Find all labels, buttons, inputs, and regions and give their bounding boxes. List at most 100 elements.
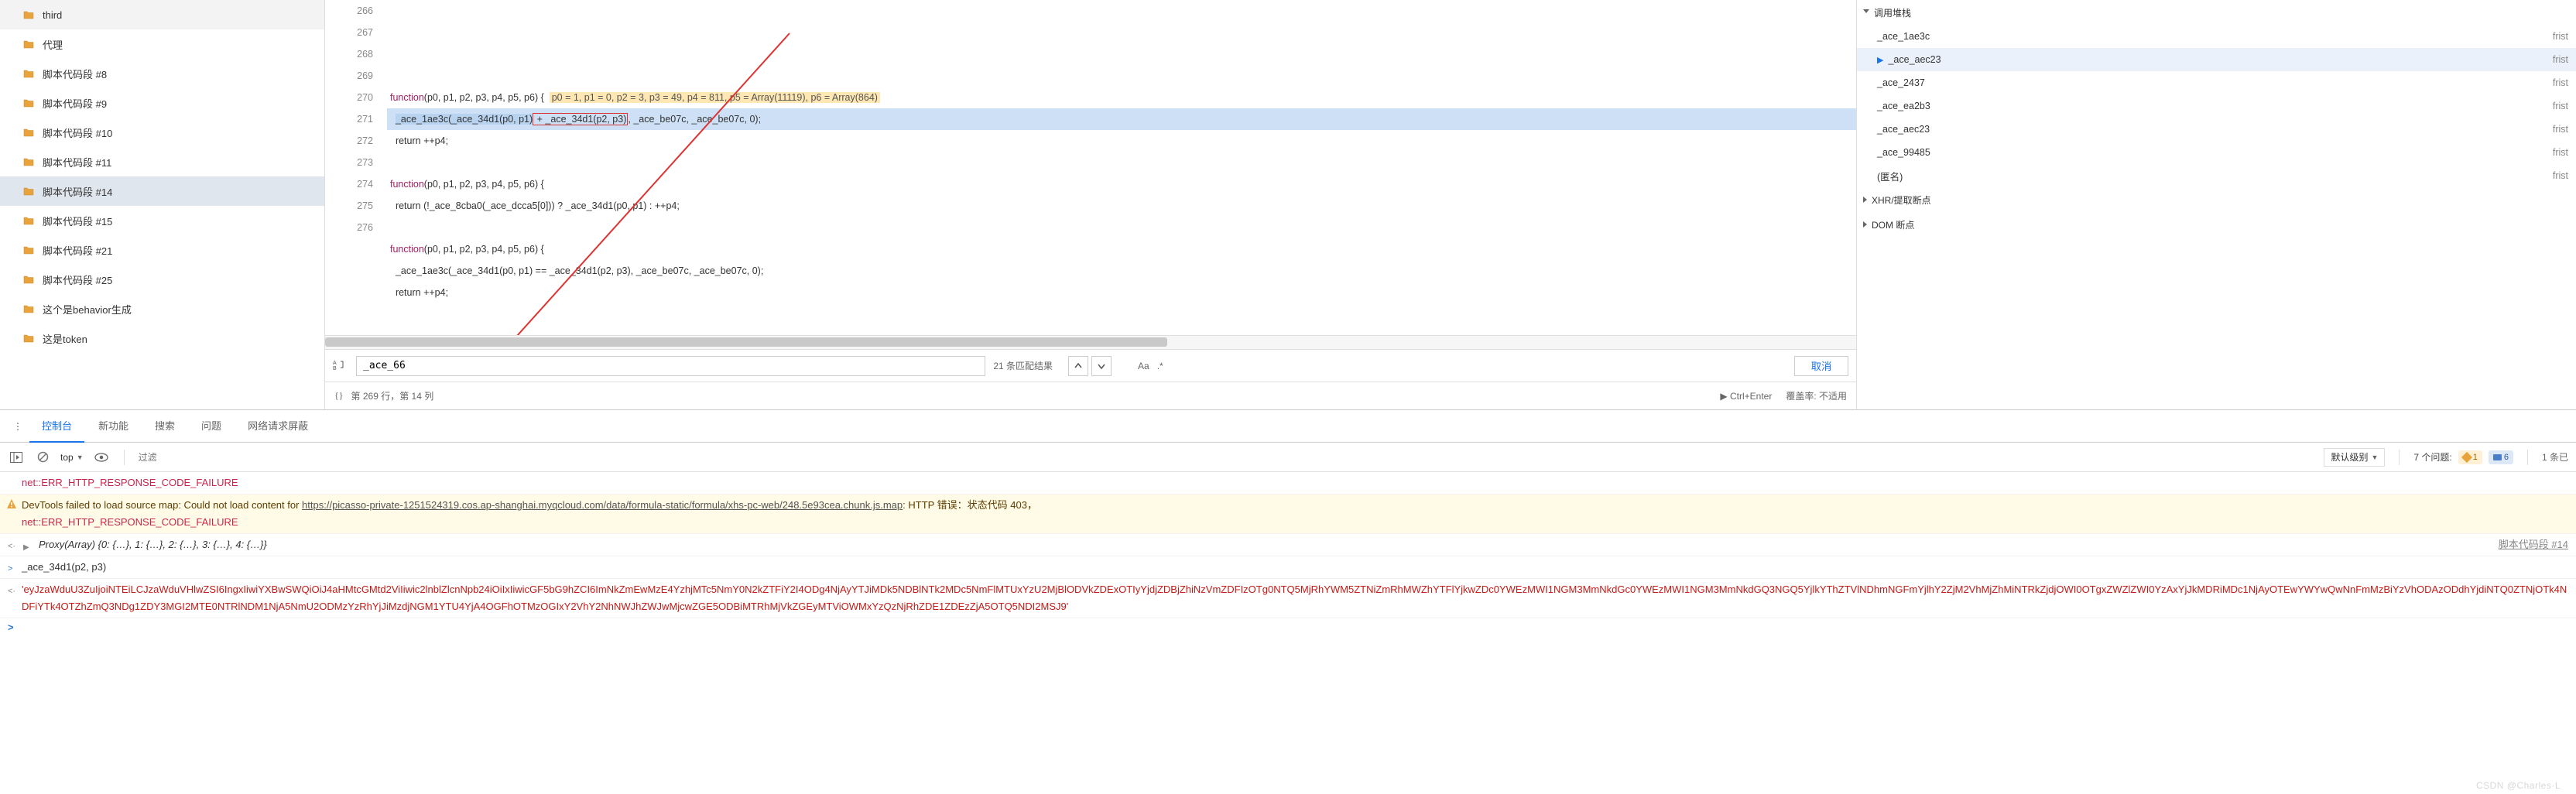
log-level-selector[interactable]: 默认级别 ▼	[2324, 448, 2385, 467]
issues-count-label: 7 个问题:	[2413, 450, 2451, 464]
frame-source: frist	[2553, 31, 2568, 42]
expand-icon[interactable]: ▶	[23, 539, 29, 556]
snippet-icon	[23, 68, 34, 79]
live-expression-icon[interactable]	[93, 449, 110, 466]
code-lines[interactable]: function(p0, p1, p2, p3, p4, p5, p6) { p…	[387, 0, 1856, 335]
snippet-label: 脚本代码段 #8	[39, 67, 107, 81]
console-filter-input[interactable]	[139, 449, 2315, 466]
find-replace-icon[interactable]: AB	[333, 358, 348, 373]
callstack-frame[interactable]: _ace_2437frist	[1857, 71, 2576, 94]
callstack-frame[interactable]: _ace_1ae3cfrist	[1857, 25, 2576, 48]
callstack-frame[interactable]: ▶_ace_aec23frist	[1857, 48, 2576, 71]
context-selector[interactable]: top ▼	[60, 452, 84, 463]
snippet-label: 脚本代码段 #21	[39, 243, 112, 258]
callstack-frame[interactable]: _ace_ea2b3frist	[1857, 94, 2576, 118]
regex-toggle[interactable]: .*	[1157, 361, 1163, 371]
code-line[interactable]: return ++p4;	[387, 130, 1856, 152]
dom-breakpoints-label: DOM 断点	[1872, 218, 1914, 231]
code-line[interactable]: function(p0, p1, p2, p3, p4, p5, p6) { p…	[387, 87, 1856, 108]
tab-search[interactable]: 搜索	[142, 410, 187, 443]
console-body[interactable]: net::ERR_HTTP_RESPONSE_CODE_FAILURE DevT…	[0, 472, 2576, 794]
console-toolbar: top ▼ 默认级别 ▼ 7 个问题: 1 6 1 条已	[0, 443, 2576, 472]
line-number[interactable]: 270	[325, 87, 373, 108]
frame-source: frist	[2553, 101, 2568, 111]
callstack-frame[interactable]: _ace_99485frist	[1857, 141, 2576, 164]
snippet-item[interactable]: 脚本代码段 #21	[0, 235, 324, 265]
code-line[interactable]: return ++p4;	[387, 282, 1856, 303]
line-number[interactable]: 268	[325, 43, 373, 65]
code-line[interactable]: function(p0, p1, p2, p3, p4, p5, p6) {	[387, 238, 1856, 260]
snippet-item[interactable]: 脚本代码段 #14	[0, 176, 324, 206]
chevron-right-icon	[1863, 197, 1867, 203]
snippet-icon	[23, 303, 34, 314]
find-prev-button[interactable]	[1068, 356, 1088, 376]
code-line[interactable]: _ace_1ae3c(_ace_34d1(p0, p1) == _ace_34d…	[387, 260, 1856, 282]
proxy-preview: Proxy(Array) {0: {…}, 1: {…}, 2: {…}, 3:…	[39, 539, 267, 550]
frame-source: frist	[2553, 147, 2568, 158]
line-number[interactable]: 275	[325, 195, 373, 217]
snippet-label: third	[39, 9, 62, 21]
code-pane[interactable]: 266267268269270271272273274275276 functi…	[325, 0, 1856, 335]
snippet-item[interactable]: 这个是behavior生成	[0, 294, 324, 323]
snippet-icon	[23, 156, 34, 167]
source-link[interactable]: 脚本代码段 #14	[2483, 536, 2568, 553]
snippet-label: 脚本代码段 #9	[39, 96, 107, 111]
code-line[interactable]	[387, 303, 1856, 325]
code-line[interactable]: return (!_ace_8cba0(_ace_dcca5[0])) ? _a…	[387, 195, 1856, 217]
line-number[interactable]: 274	[325, 173, 373, 195]
snippet-item[interactable]: third	[0, 0, 324, 29]
line-number[interactable]: 273	[325, 152, 373, 173]
issues-summary[interactable]: 7 个问题: 1 6	[2413, 450, 2513, 464]
console-result-row[interactable]: <· ▶ Proxy(Array) {0: {…}, 1: {…}, 2: {……	[0, 534, 2576, 556]
callstack-frame[interactable]: _ace_aec23frist	[1857, 118, 2576, 141]
find-next-button[interactable]	[1091, 356, 1112, 376]
line-number[interactable]: 267	[325, 22, 373, 43]
callstack-frame[interactable]: (匿名)frist	[1857, 164, 2576, 187]
line-number[interactable]: 271	[325, 108, 373, 130]
drawer-menu-icon[interactable]: ⋮	[8, 416, 28, 436]
tab-console[interactable]: 控制台	[29, 410, 84, 443]
console-warning-row: DevTools failed to load source map: Coul…	[0, 495, 2576, 534]
snippet-icon	[23, 186, 34, 197]
tab-network-blocking[interactable]: 网络请求屏蔽	[235, 410, 320, 443]
horizontal-scrollbar[interactable]	[325, 335, 1856, 349]
line-number[interactable]: 266	[325, 0, 373, 22]
snippet-item[interactable]: 这是token	[0, 323, 324, 353]
snippet-item[interactable]: 脚本代码段 #25	[0, 265, 324, 294]
snippet-item[interactable]: 脚本代码段 #15	[0, 206, 324, 235]
pretty-print-icon[interactable]: {}	[334, 390, 344, 402]
snippet-item[interactable]: 脚本代码段 #10	[0, 118, 324, 147]
run-snippet-hint[interactable]: ▶ Ctrl+Enter	[1720, 391, 1772, 402]
snippet-icon	[23, 39, 34, 50]
chevron-down-icon: ▼	[77, 453, 84, 461]
clear-console-icon[interactable]	[34, 449, 51, 466]
code-line[interactable]: function(p0, p1, p2, p3, p4, p5, p6) {	[387, 173, 1856, 195]
frame-source: frist	[2553, 77, 2568, 88]
console-prompt[interactable]: >	[0, 618, 2576, 636]
console-sidebar-toggle-icon[interactable]	[8, 449, 25, 466]
snippet-label: 这是token	[39, 331, 87, 346]
tab-issues[interactable]: 问题	[189, 410, 234, 443]
dom-breakpoints-header[interactable]: DOM 断点	[1857, 212, 2576, 237]
snippet-item[interactable]: 脚本代码段 #11	[0, 147, 324, 176]
snippet-item[interactable]: 代理	[0, 29, 324, 59]
tab-whatsnew[interactable]: 新功能	[86, 410, 141, 443]
snippet-label: 脚本代码段 #25	[39, 272, 112, 287]
code-line[interactable]: _ace_1ae3c(_ace_34d1(p0, p1) + _ace_34d1…	[387, 108, 1856, 130]
line-number[interactable]: 272	[325, 130, 373, 152]
warning-suffix: : HTTP 错误：状态代码 403，	[903, 499, 1037, 511]
line-number[interactable]: 269	[325, 65, 373, 87]
code-line[interactable]	[387, 217, 1856, 238]
snippet-item[interactable]: 脚本代码段 #8	[0, 59, 324, 88]
chevron-down-icon: ▼	[2371, 453, 2378, 461]
match-case-toggle[interactable]: Aa	[1138, 361, 1149, 371]
callstack-header[interactable]: 调用堆栈	[1857, 0, 2576, 25]
sourcemap-url-link[interactable]: https://picasso-private-1251524319.cos.a…	[302, 499, 903, 511]
scrollbar-thumb[interactable]	[325, 337, 1167, 347]
xhr-breakpoints-header[interactable]: XHR/提取断点	[1857, 187, 2576, 212]
line-number[interactable]: 276	[325, 217, 373, 238]
find-cancel-button[interactable]: 取消	[1794, 356, 1848, 376]
find-input[interactable]	[356, 356, 985, 376]
snippet-item[interactable]: 脚本代码段 #9	[0, 88, 324, 118]
code-line[interactable]	[387, 152, 1856, 173]
